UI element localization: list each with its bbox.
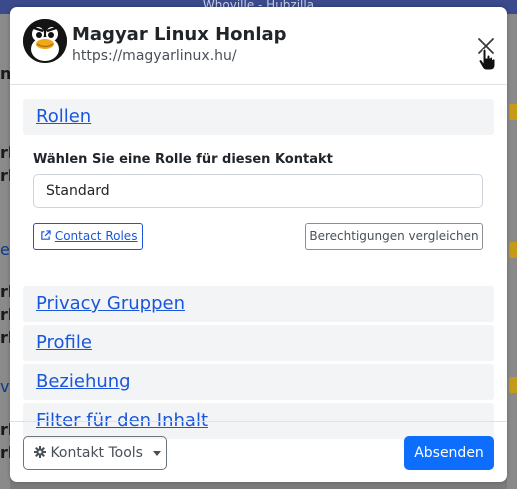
background-text-fragment: rb <box>0 443 10 462</box>
background-badge <box>509 377 517 393</box>
role-select-label: Wählen Sie eine Rolle für diesen Kontakt <box>33 152 333 167</box>
contact-tools-label: Kontakt Tools <box>50 445 143 461</box>
background-text-fragment: rb <box>0 282 10 301</box>
background-text-fragment: ng <box>0 64 10 83</box>
accordion-privacy-groups[interactable]: Privacy Gruppen <box>23 286 494 322</box>
background-text-fragment: rb <box>0 143 10 162</box>
contact-url: https://magyarlinux.hu/ <box>72 48 237 64</box>
caret-down-icon <box>153 450 162 456</box>
background-text-fragment: rb <box>0 305 10 324</box>
submit-button[interactable]: Absenden <box>404 436 494 470</box>
role-select[interactable]: Standard <box>33 174 483 208</box>
hand-pointer-cursor-icon <box>478 48 496 71</box>
gear-icon <box>34 446 46 458</box>
background-text-fragment: rb <box>0 166 10 185</box>
background-badge <box>509 104 517 120</box>
modal-footer: Kontakt Tools Absenden <box>10 421 507 482</box>
contact-roles-button[interactable]: Contact Roles <box>33 223 143 250</box>
background-text-fragment: rb <box>0 420 10 439</box>
accordion-roles[interactable]: Rollen <box>23 99 494 135</box>
contact-tools-dropdown[interactable]: Kontakt Tools <box>23 436 167 470</box>
accordion-profiles[interactable]: Profile <box>23 325 494 361</box>
contact-roles-label: Contact Roles <box>54 229 138 243</box>
modal-title: Magyar Linux Honlap <box>72 24 287 45</box>
background-link-fragment: v <box>0 377 10 396</box>
external-link-icon <box>41 230 51 240</box>
modal-header: Magyar Linux Honlap https://magyarlinux.… <box>10 7 507 85</box>
modal-body: Rollen Wählen Sie eine Rolle für diesen … <box>23 99 494 442</box>
compare-permissions-button[interactable]: Berechtigungen vergleichen <box>305 223 483 250</box>
avatar <box>23 19 67 63</box>
contact-edit-modal: Magyar Linux Honlap https://magyarlinux.… <box>10 7 507 482</box>
roles-section: Wählen Sie eine Rolle für diesen Kontakt… <box>23 138 494 286</box>
background-text-fragment: rb <box>0 328 10 347</box>
background-badge <box>509 242 517 258</box>
accordion-relationship[interactable]: Beziehung <box>23 364 494 400</box>
background-link-fragment: e <box>0 240 10 259</box>
